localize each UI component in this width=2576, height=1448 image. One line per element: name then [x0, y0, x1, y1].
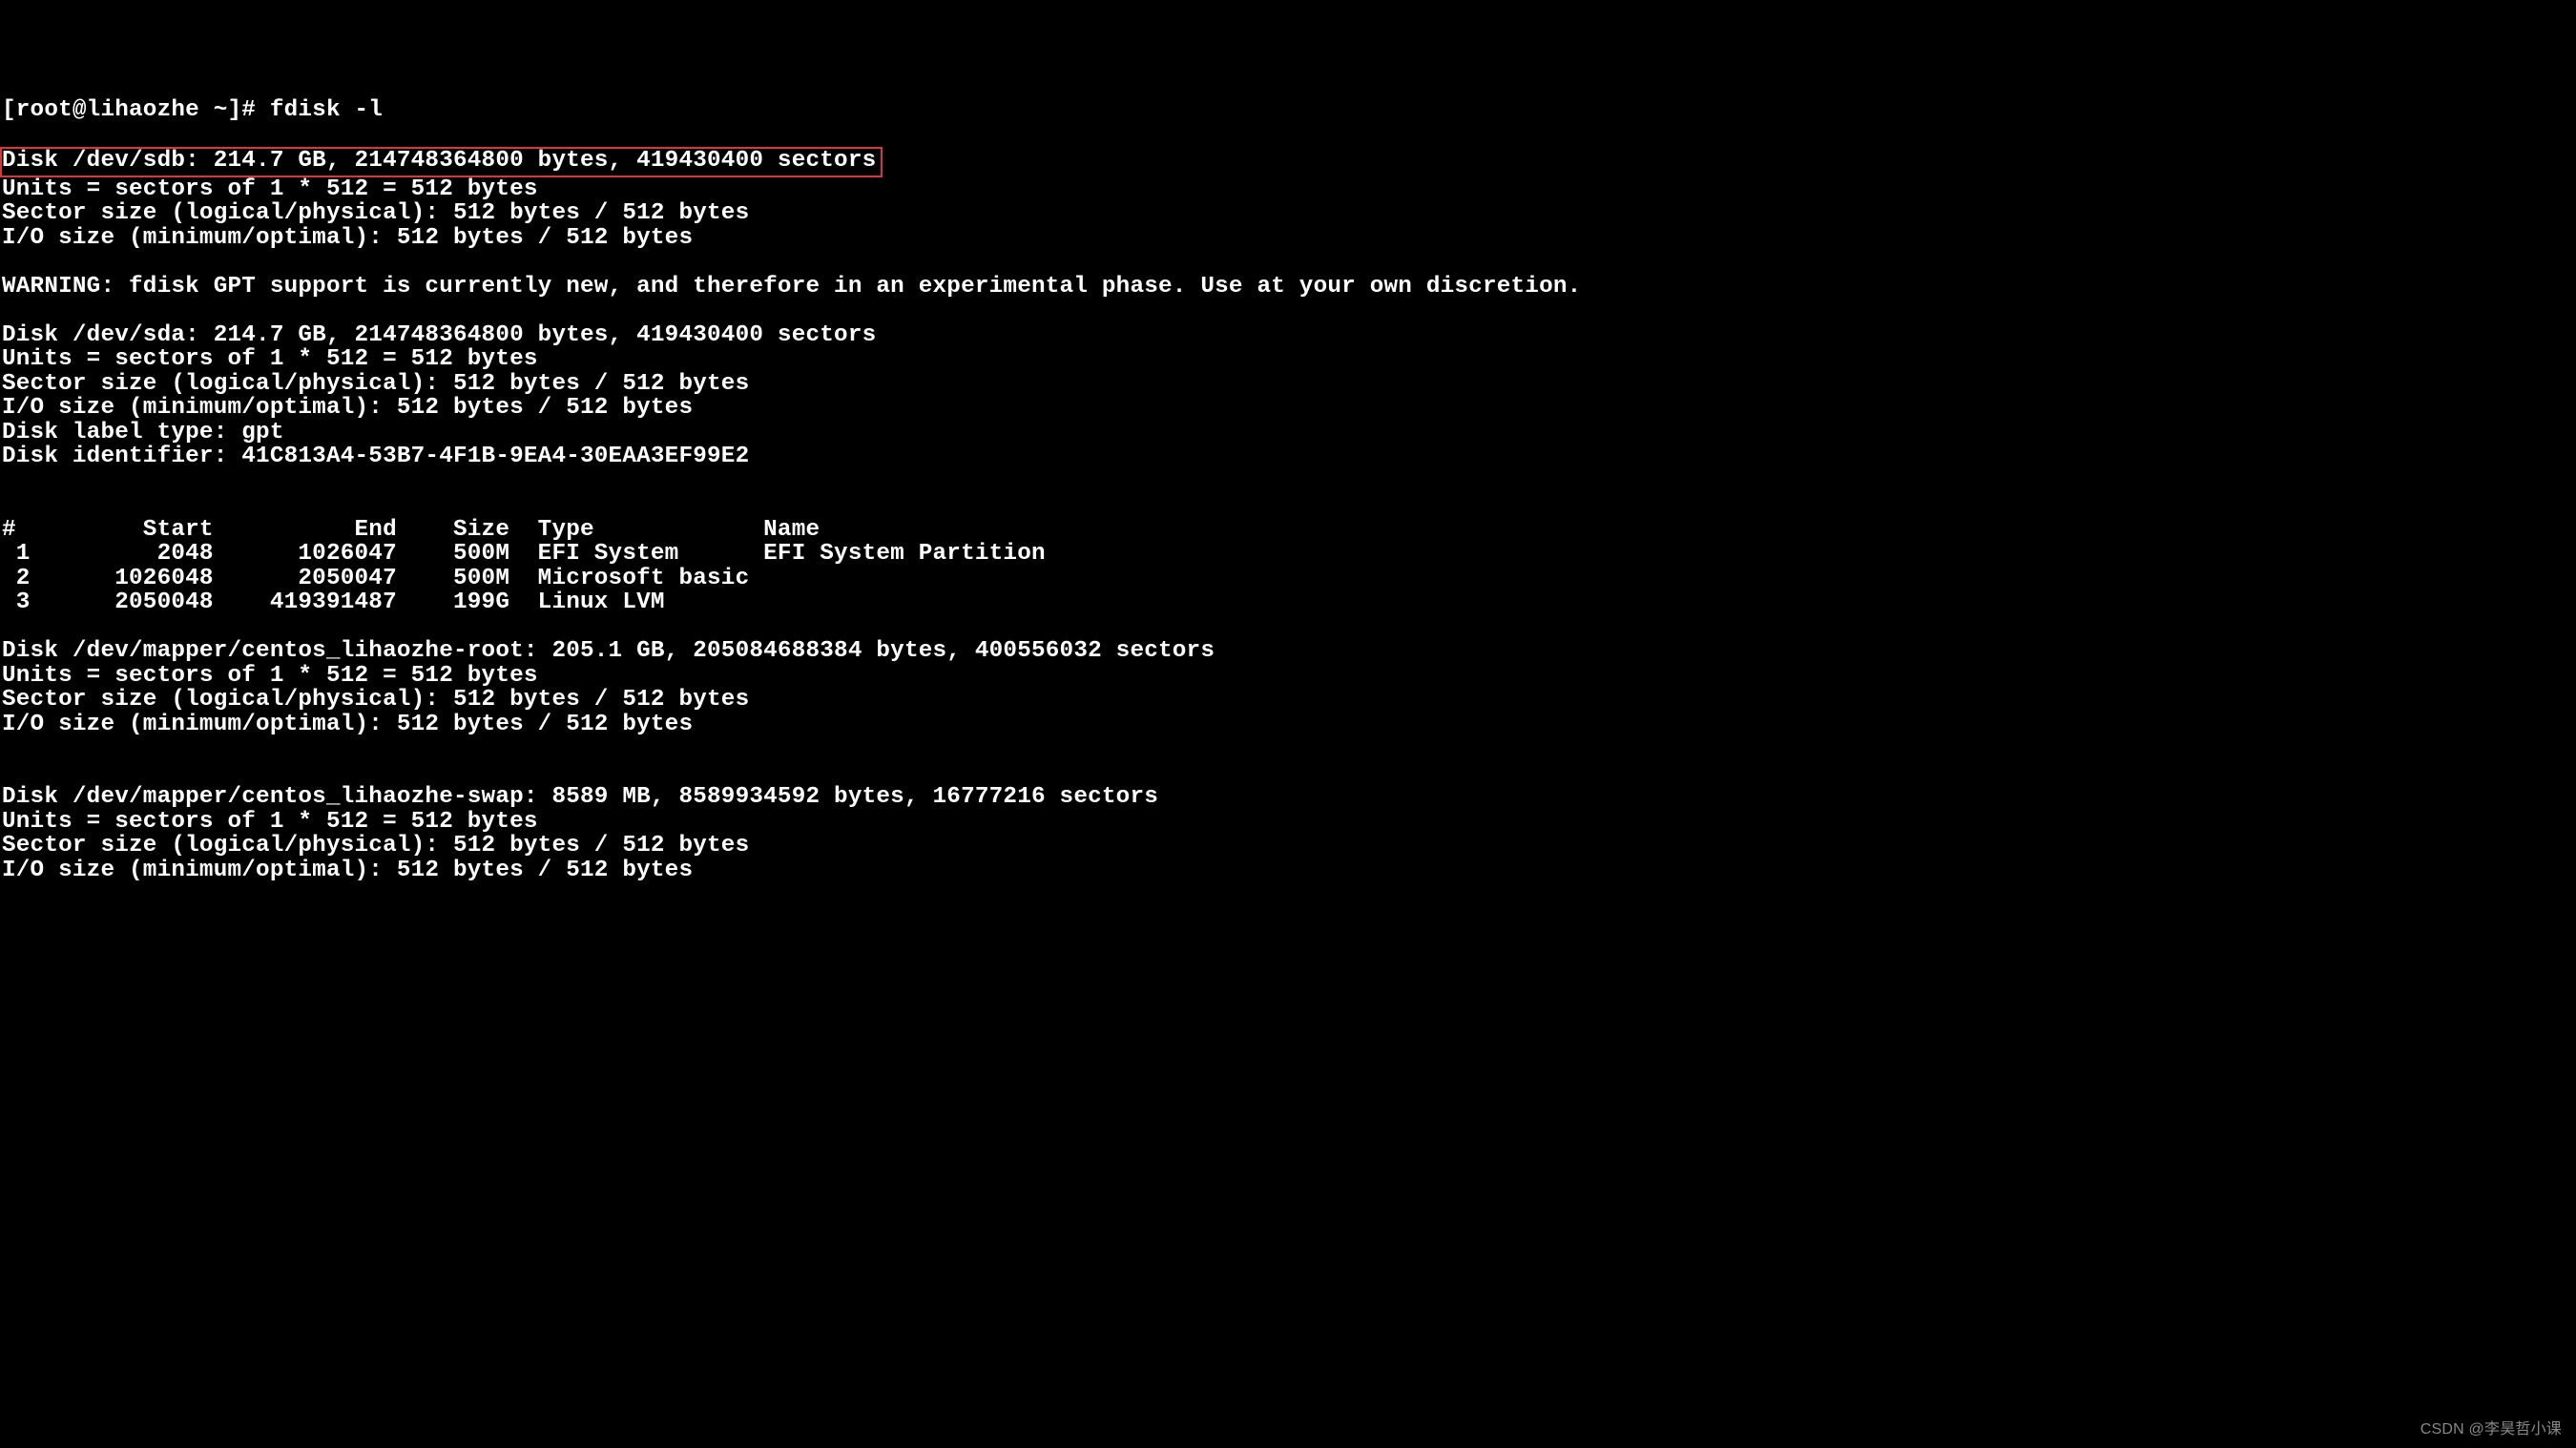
- sda-sector-size: Sector size (logical/physical): 512 byte…: [2, 371, 749, 397]
- sdb-io-size: I/O size (minimum/optimal): 512 bytes / …: [2, 225, 693, 251]
- sdb-sector-size: Sector size (logical/physical): 512 byte…: [2, 200, 749, 226]
- partition-row: 2 1026048 2050047 500M Microsoft basic: [2, 566, 763, 591]
- partition-row: 3 2050048 419391487 199G Linux LVM: [2, 590, 763, 615]
- gpt-warning: WARNING: fdisk GPT support is currently …: [2, 274, 1581, 300]
- mapper-swap-disk: Disk /dev/mapper/centos_lihaozhe-swap: 8…: [2, 784, 1158, 810]
- watermark-text: CSDN @李昊哲小课: [2420, 1422, 2562, 1438]
- mapper-root-units: Units = sectors of 1 * 512 = 512 bytes: [2, 663, 538, 689]
- mapper-swap-units: Units = sectors of 1 * 512 = 512 bytes: [2, 809, 538, 835]
- sdb-units: Units = sectors of 1 * 512 = 512 bytes: [2, 176, 538, 202]
- mapper-swap-sector-size: Sector size (logical/physical): 512 byte…: [2, 833, 749, 858]
- sda-label-type: Disk label type: gpt: [2, 420, 284, 445]
- sda-identifier: Disk identifier: 41C813A4-53B7-4F1B-9EA4…: [2, 444, 749, 469]
- sda-units: Units = sectors of 1 * 512 = 512 bytes: [2, 346, 538, 372]
- sda-io-size: I/O size (minimum/optimal): 512 bytes / …: [2, 395, 693, 421]
- sda-disk: Disk /dev/sda: 214.7 GB, 214748364800 by…: [2, 322, 876, 348]
- terminal-output: [root@lihaozhe ~]# fdisk -l Disk /dev/sd…: [0, 97, 2576, 882]
- mapper-root-disk: Disk /dev/mapper/centos_lihaozhe-root: 2…: [2, 638, 1215, 664]
- partition-row: 1 2048 1026047 500M EFI System EFI Syste…: [2, 541, 1046, 567]
- highlighted-disk-line: Disk /dev/sdb: 214.7 GB, 214748364800 by…: [0, 147, 883, 177]
- shell-prompt[interactable]: [root@lihaozhe ~]# fdisk -l: [2, 97, 383, 123]
- mapper-root-io-size: I/O size (minimum/optimal): 512 bytes / …: [2, 712, 693, 737]
- mapper-swap-io-size: I/O size (minimum/optimal): 512 bytes / …: [2, 858, 693, 883]
- partition-table-header: # Start End Size Type Name: [2, 517, 820, 543]
- mapper-root-sector-size: Sector size (logical/physical): 512 byte…: [2, 687, 749, 713]
